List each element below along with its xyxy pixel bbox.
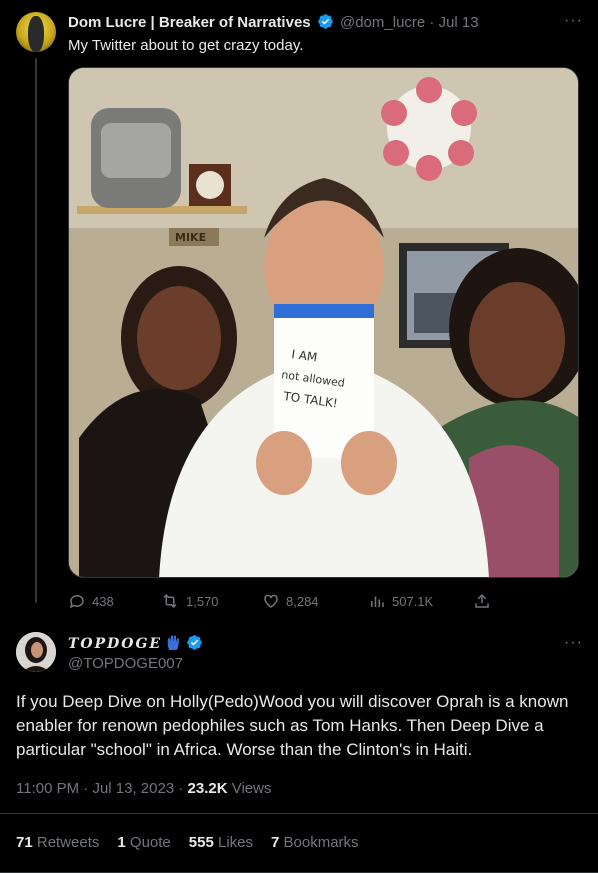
bookmarks-label: Bookmarks bbox=[283, 834, 359, 851]
share-button[interactable] bbox=[473, 590, 491, 612]
photo-illustration: I AM not allowed TO TALK! MIKE bbox=[69, 68, 578, 577]
like-button[interactable]: 8,284 bbox=[262, 590, 319, 612]
bookmarks-stat[interactable]: 7 Bookmarks bbox=[271, 834, 359, 851]
avatar[interactable] bbox=[16, 12, 56, 52]
retweet-button[interactable]: 1,570 bbox=[160, 590, 219, 612]
meta-separator: · bbox=[178, 780, 188, 797]
author-name[interactable]: Dom Lucre | Breaker of Narratives bbox=[68, 14, 311, 31]
separator: · bbox=[429, 14, 435, 31]
reply-count: 438 bbox=[92, 593, 114, 609]
retweets-label: Retweets bbox=[36, 834, 100, 851]
views-button[interactable]: 507.1K bbox=[368, 590, 433, 612]
author-name[interactable]: TOPDOGE bbox=[68, 636, 162, 652]
retweet-count: 1,570 bbox=[186, 593, 219, 609]
tweet-text: If you Deep Dive on Holly(Pedo)Wood you … bbox=[16, 692, 569, 759]
retweet-icon bbox=[163, 593, 177, 609]
shelf-sign-text: MIKE bbox=[175, 231, 206, 244]
engagement-stats: 71 Retweets 1 Quote 555 Likes 7 Bookmark… bbox=[16, 834, 359, 851]
share-icon bbox=[475, 593, 489, 608]
tweet-meta: 11:00 PM · Jul 13, 2023 · 23.2K Views bbox=[16, 780, 271, 797]
views-count: 23.2K bbox=[187, 780, 228, 797]
verified-badge-icon bbox=[187, 635, 203, 650]
retweets-count: 71 bbox=[16, 834, 33, 851]
more-options-icon[interactable]: ··· bbox=[564, 634, 583, 652]
tweet-date[interactable]: Jul 13, 2023 bbox=[92, 780, 174, 797]
reply-button[interactable]: 438 bbox=[68, 590, 114, 612]
verified-badge-icon bbox=[318, 14, 333, 29]
tweet-header: Dom Lucre | Breaker of Narratives @dom_l… bbox=[68, 13, 479, 31]
tweet-text: My Twitter about to get crazy today. bbox=[68, 37, 304, 54]
avatar-mask-shape bbox=[28, 16, 44, 52]
action-bar: 438 1,570 8,284 507.1K bbox=[68, 590, 498, 612]
author-name-row: TOPDOGE bbox=[68, 634, 205, 652]
views-label: Views bbox=[231, 780, 272, 797]
avatar[interactable] bbox=[16, 632, 56, 672]
likes-stat[interactable]: 555 Likes bbox=[189, 834, 253, 851]
more-options-icon[interactable]: ··· bbox=[564, 12, 583, 30]
analytics-icon bbox=[371, 596, 384, 607]
tweet-time[interactable]: 11:00 PM bbox=[16, 780, 79, 797]
quotes-label: Quote bbox=[129, 834, 171, 851]
quotes-count: 1 bbox=[117, 834, 126, 851]
bookmarks-count: 7 bbox=[271, 834, 280, 851]
views-count: 507.1K bbox=[392, 593, 434, 609]
avatar-illustration bbox=[16, 632, 56, 672]
thread-line bbox=[35, 58, 37, 603]
author-handle[interactable]: @dom_lucre bbox=[340, 14, 425, 31]
likes-label: Likes bbox=[217, 834, 254, 851]
hamsa-icon bbox=[167, 635, 180, 650]
divider bbox=[0, 813, 598, 814]
tweet-date[interactable]: Jul 13 bbox=[439, 14, 479, 31]
likes-count: 555 bbox=[188, 834, 214, 851]
quotes-stat[interactable]: 1 Quote bbox=[117, 834, 170, 851]
retweets-stat[interactable]: 71 Retweets bbox=[16, 834, 99, 851]
author-handle[interactable]: @TOPDOGE007 bbox=[68, 655, 183, 672]
reply-icon bbox=[69, 594, 84, 609]
tweet-photo[interactable]: I AM not allowed TO TALK! MIKE bbox=[68, 67, 579, 578]
heart-icon bbox=[264, 594, 278, 608]
like-count: 8,284 bbox=[286, 593, 319, 609]
